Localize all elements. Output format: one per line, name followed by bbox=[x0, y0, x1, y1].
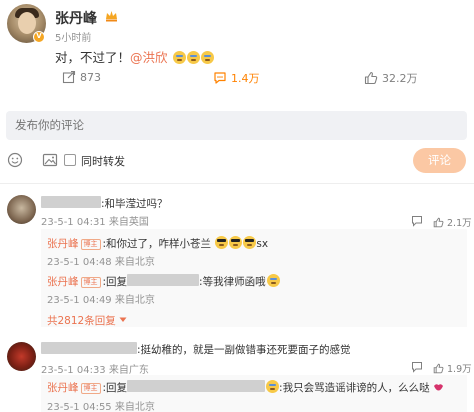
divider bbox=[0, 183, 474, 184]
commenter-avatar[interactable] bbox=[7, 195, 36, 224]
comment-count: 1.4万 bbox=[231, 72, 260, 85]
cool-emoji-icon bbox=[215, 236, 229, 249]
blurred-username[interactable] bbox=[41, 342, 137, 354]
comment-body: :和毕滢过吗？ bbox=[101, 198, 168, 210]
reply-prefix: :回复 bbox=[102, 276, 128, 288]
crown-icon bbox=[106, 11, 117, 22]
post-text-body: 对，不过了！ bbox=[55, 50, 131, 65]
cool-emoji-icon bbox=[229, 236, 243, 249]
reply-icon[interactable] bbox=[411, 361, 423, 373]
comment-like-button[interactable]: 2.1万 bbox=[433, 215, 472, 229]
comment-button[interactable]: 1.4万 bbox=[213, 70, 260, 86]
avatar-face bbox=[18, 12, 36, 34]
comment-like-button[interactable]: 1.9万 bbox=[433, 361, 472, 375]
commenter-avatar[interactable] bbox=[7, 342, 36, 371]
verified-badge-icon: V bbox=[33, 31, 45, 43]
more-replies-label: 共2812条回复 bbox=[47, 315, 116, 327]
reply-author[interactable]: 张丹峰 bbox=[47, 276, 79, 288]
reply-body: :和你过了，咋样小苍兰 bbox=[102, 238, 212, 250]
like-button[interactable]: 32.2万 bbox=[364, 70, 418, 86]
like-icon bbox=[364, 71, 378, 85]
comment-meta: 23-5-1 04:33 来自广东 bbox=[41, 365, 149, 376]
comment-like-count: 2.1万 bbox=[447, 218, 472, 229]
share-button[interactable]: 873 bbox=[62, 70, 101, 84]
blurred-username[interactable] bbox=[127, 380, 266, 392]
smug-emoji-icon bbox=[266, 274, 280, 287]
post-text: 对，不过了！@洪欣 bbox=[55, 47, 214, 66]
laughing-crying-emoji-icon bbox=[172, 51, 186, 64]
submit-comment-button[interactable]: 评论 bbox=[413, 148, 466, 173]
reply-icon[interactable] bbox=[411, 215, 423, 227]
post-time: 5小时前 bbox=[55, 33, 92, 44]
forward-checkbox[interactable] bbox=[64, 154, 76, 166]
comment-meta: 23-5-1 04:31 来自英国 bbox=[41, 217, 149, 228]
share-count: 873 bbox=[80, 70, 101, 84]
reply-meta: 23-5-1 04:49 来自北京 bbox=[47, 295, 155, 306]
post-actions-bar: 873 1.4万 32.2万 bbox=[0, 66, 474, 92]
reply-text: 张丹峰 博主:回复 :等我律师函哦 bbox=[47, 274, 280, 289]
share-icon bbox=[62, 70, 76, 84]
cool-emoji-icon bbox=[243, 236, 257, 249]
lips-emoji-icon bbox=[433, 384, 443, 391]
like-count: 32.2万 bbox=[382, 72, 418, 85]
composer-toolbar: 同时转发 评论 bbox=[0, 148, 474, 174]
blurred-username[interactable] bbox=[41, 196, 101, 208]
blogger-tag: 博主 bbox=[80, 239, 101, 250]
comment-text: :挺幼稚的，就是一副做错事还死要面子的感觉 bbox=[41, 342, 351, 357]
emoji-icon[interactable] bbox=[7, 152, 23, 168]
reply-author[interactable]: 张丹峰 bbox=[47, 382, 79, 394]
image-icon[interactable] bbox=[42, 152, 58, 168]
comment-text: :和毕滢过吗？ bbox=[41, 196, 168, 211]
comment-icon bbox=[214, 72, 226, 84]
reply-body: :等我律师函哦 bbox=[199, 276, 266, 288]
reply-text: 张丹峰 博主:回复 :我只会骂造谣诽谤的人，么么哒 bbox=[47, 380, 444, 395]
comment-input[interactable] bbox=[6, 111, 467, 140]
laughing-crying-emoji-icon bbox=[266, 380, 280, 393]
reply-text: 张丹峰 博主:和你过了，咋样小苍兰 sx bbox=[47, 236, 268, 251]
comment-like-count: 1.9万 bbox=[447, 364, 472, 375]
blurred-username[interactable] bbox=[127, 274, 200, 286]
laughing-crying-emoji-icon bbox=[200, 51, 214, 64]
chevron-down-icon bbox=[119, 317, 127, 322]
more-replies-link[interactable]: 共2812条回复 bbox=[47, 313, 127, 328]
reply-meta: 23-5-1 04:48 来自北京 bbox=[47, 257, 155, 268]
like-icon bbox=[433, 217, 444, 227]
reply-prefix: :回复 bbox=[102, 382, 128, 394]
author-name[interactable]: 张丹峰 bbox=[55, 8, 97, 28]
forward-label: 同时转发 bbox=[81, 155, 125, 168]
reply-meta: 23-5-1 04:55 来自北京 bbox=[47, 402, 155, 412]
blogger-tag: 博主 bbox=[80, 277, 101, 288]
reply-body: :我只会骂造谣诽谤的人，么么哒 bbox=[279, 382, 430, 394]
reply-trail: sx bbox=[256, 238, 269, 250]
comment-body: :挺幼稚的，就是一副做错事还死要面子的感觉 bbox=[137, 344, 351, 356]
like-icon bbox=[433, 363, 444, 373]
blogger-tag: 博主 bbox=[80, 383, 101, 394]
laughing-crying-emoji-icon bbox=[186, 51, 200, 64]
mention-link[interactable]: @洪欣 bbox=[130, 50, 168, 65]
reply-author[interactable]: 张丹峰 bbox=[47, 238, 79, 250]
